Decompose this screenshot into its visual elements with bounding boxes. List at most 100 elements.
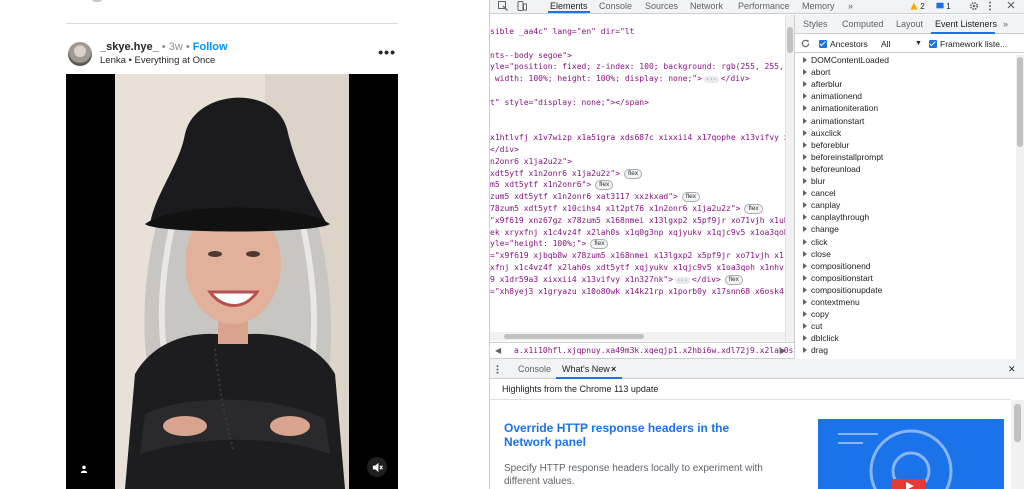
- customize-menu-icon[interactable]: [988, 1, 992, 14]
- elements-vertical-scrollbar[interactable]: [785, 15, 794, 342]
- drawer-tab-whats-new[interactable]: What's New: [562, 364, 610, 374]
- dom-node-line[interactable]: sible _aa4c" lang="en" dir="lt: [490, 27, 635, 37]
- tab-console[interactable]: Console: [599, 1, 632, 14]
- listener-filter-select[interactable]: All: [881, 39, 890, 49]
- tab-layout[interactable]: Layout: [896, 19, 923, 29]
- post-video[interactable]: [66, 74, 398, 489]
- expand-triangle-icon[interactable]: [803, 141, 807, 148]
- event-listener-item[interactable]: compositionstart: [803, 273, 873, 284]
- feature-title-link[interactable]: Override HTTP response headers in the Ne…: [504, 421, 779, 449]
- expand-triangle-icon[interactable]: [803, 57, 807, 63]
- tab-network[interactable]: Network: [690, 1, 723, 14]
- music-link[interactable]: Lenka • Everything at Once: [100, 55, 215, 66]
- close-drawer-icon[interactable]: ✕: [1008, 364, 1016, 375]
- expand-triangle-icon[interactable]: [803, 202, 807, 209]
- expand-triangle-icon[interactable]: [803, 347, 807, 354]
- expand-triangle-icon[interactable]: [803, 190, 807, 197]
- flex-badge[interactable]: flex: [744, 204, 763, 214]
- expand-triangle-icon[interactable]: [803, 129, 807, 136]
- event-listener-item[interactable]: beforeinstallprompt: [803, 152, 883, 163]
- expand-triangle-icon[interactable]: [803, 299, 807, 305]
- framework-listeners-checkbox[interactable]: Framework liste...: [929, 39, 1007, 49]
- collapsed-content-ellipsis[interactable]: ···: [703, 76, 719, 84]
- event-listener-item[interactable]: beforeblur: [803, 140, 849, 151]
- username-link[interactable]: _skye.hye_: [100, 41, 159, 53]
- dom-node-line[interactable]: nts--body segoe">: [490, 51, 572, 61]
- dom-node-line[interactable]: n2onr6 x1ja2u2z">: [490, 157, 572, 167]
- dom-node-line[interactable]: ="x9f619 xjbqb8w x78zum5 x168nmei x13lgx…: [490, 251, 784, 261]
- ancestors-checkbox[interactable]: Ancestors: [819, 39, 868, 49]
- event-listener-item[interactable]: close: [803, 249, 831, 260]
- event-listener-item[interactable]: abort: [803, 67, 830, 78]
- tab-memory[interactable]: Memory: [802, 1, 835, 14]
- scroll-thumb[interactable]: [787, 27, 793, 53]
- close-tab-icon[interactable]: ×: [611, 364, 616, 374]
- event-list-scrollbar[interactable]: [1016, 55, 1024, 359]
- flex-badge[interactable]: flex: [590, 239, 609, 250]
- dom-node-line[interactable]: xfnj x1c4vz4f x2lah0s xdt5ytf xqjyukv x1…: [490, 263, 784, 273]
- refresh-icon[interactable]: [801, 39, 810, 50]
- dom-node-line[interactable]: zum5 xdt5ytf x1n2onr6 xat3117 xxzkxad"> f…: [490, 192, 700, 203]
- expand-triangle-icon[interactable]: [803, 250, 807, 257]
- collapsed-content-ellipsis[interactable]: ···: [675, 276, 690, 284]
- flex-badge[interactable]: flex: [595, 180, 614, 191]
- event-listener-item[interactable]: animationiteration: [803, 103, 878, 114]
- avatar[interactable]: [68, 42, 92, 66]
- event-listener-item[interactable]: auxclick: [803, 128, 841, 139]
- dom-node-line[interactable]: t" style="display: none;"></span>: [490, 98, 649, 108]
- breadcrumb-left-icon[interactable]: ◀: [495, 346, 501, 355]
- tab-sources[interactable]: Sources: [645, 1, 678, 14]
- dom-node-line[interactable]: </div>: [490, 145, 519, 155]
- breadcrumb-right-icon[interactable]: ▶: [780, 346, 786, 355]
- event-listener-item[interactable]: animationend: [803, 91, 862, 102]
- close-devtools-icon[interactable]: [1007, 1, 1015, 12]
- event-listener-item[interactable]: dblclick: [803, 333, 839, 344]
- event-listener-item[interactable]: DOMContentLoaded: [803, 55, 889, 66]
- event-listener-item[interactable]: contextmenu: [803, 297, 860, 308]
- event-listener-item[interactable]: beforeunload: [803, 164, 861, 175]
- dom-node-line[interactable]: yle="height: 100%;"> flex: [490, 239, 609, 250]
- user-tag-icon[interactable]: [76, 461, 92, 477]
- dom-node-line[interactable]: yle="position: fixed; z-index: 100; back…: [490, 62, 784, 72]
- expand-triangle-icon[interactable]: [803, 93, 807, 100]
- event-listener-item[interactable]: canplaythrough: [803, 212, 869, 223]
- settings-gear-icon[interactable]: [969, 1, 979, 14]
- flex-badge[interactable]: flex: [724, 274, 743, 285]
- expand-triangle-icon[interactable]: [803, 178, 807, 184]
- tab-elements[interactable]: Elements: [548, 0, 590, 13]
- drawer-tab-console[interactable]: Console: [518, 364, 551, 374]
- dom-node-line[interactable]: ek xryxfnj x1c4vz4f x2lah0s x1q0g3np xqj…: [490, 228, 785, 238]
- expand-triangle-icon[interactable]: [803, 286, 807, 293]
- feature-video-thumbnail[interactable]: [818, 419, 1004, 489]
- mute-icon[interactable]: [367, 457, 387, 477]
- post-time[interactable]: 3w: [169, 41, 183, 53]
- event-listener-item[interactable]: animationstart: [803, 116, 864, 127]
- expand-triangle-icon[interactable]: [803, 165, 807, 172]
- event-listener-item[interactable]: compositionend: [803, 261, 871, 272]
- event-listener-item[interactable]: cancel: [803, 188, 836, 199]
- event-listener-item[interactable]: compositionupdate: [803, 285, 882, 296]
- expand-triangle-icon[interactable]: [803, 117, 807, 124]
- warnings-badge[interactable]: 2: [908, 1, 927, 12]
- expand-triangle-icon[interactable]: [803, 335, 807, 342]
- more-side-tabs-icon[interactable]: »: [1003, 19, 1008, 29]
- tab-computed[interactable]: Computed: [842, 19, 884, 29]
- event-listener-item[interactable]: drag: [803, 345, 828, 356]
- breadcrumb-path[interactable]: a.x1i10hfl.xjqpnuy.xa49m3k.xqeqjp1.x2hbi…: [514, 346, 842, 355]
- event-listener-item[interactable]: change: [803, 224, 839, 235]
- scroll-thumb[interactable]: [1017, 57, 1023, 147]
- dom-node-line[interactable]: m5 xdt5ytf x1n2onr6"> flex: [490, 180, 614, 191]
- event-listener-item[interactable]: canplay: [803, 200, 840, 211]
- event-listener-item[interactable]: afterblur: [803, 79, 842, 90]
- elements-horizontal-scrollbar[interactable]: [490, 332, 785, 341]
- device-toolbar-icon[interactable]: [517, 1, 527, 14]
- event-listener-item[interactable]: blur: [803, 176, 825, 187]
- flex-badge[interactable]: flex: [681, 192, 700, 203]
- expand-triangle-icon[interactable]: [803, 262, 807, 269]
- chevron-down-icon[interactable]: ▼: [915, 40, 922, 47]
- elements-tree[interactable]: sible _aa4c" lang="en" dir="lt nts--body …: [490, 15, 785, 342]
- more-tabs-icon[interactable]: »: [848, 1, 853, 14]
- expand-triangle-icon[interactable]: [803, 69, 807, 76]
- flex-badge[interactable]: flex: [624, 168, 643, 179]
- expand-triangle-icon[interactable]: [803, 214, 807, 221]
